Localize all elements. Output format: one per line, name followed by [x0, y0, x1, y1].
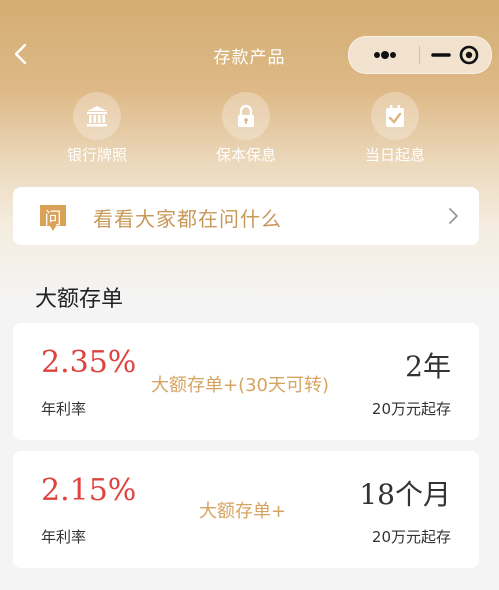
more-dots-icon: [374, 51, 396, 59]
product-min-amount: 20万元起存: [371, 528, 451, 546]
product-name: 大额存单+: [199, 501, 287, 522]
mini-program-capsule: [348, 36, 492, 74]
product-card[interactable]: 2.15% 年利率 大额存单+ 18个月 20万元起存: [13, 451, 479, 568]
calendar-check-icon: [386, 105, 404, 127]
feature-label: 当日起息: [364, 146, 425, 164]
feature-icon-circle: [371, 92, 419, 140]
product-name: 大额存单+(30天可转): [151, 375, 330, 396]
product-min-amount: 20万元起存: [371, 400, 451, 418]
product-card[interactable]: 2.35% 年利率 大额存单+(30天可转) 2年 20万元起存: [13, 323, 479, 440]
feature-same-day-interest: 当日起息: [335, 92, 455, 165]
section-title: 大额存单: [35, 287, 124, 312]
bank-icon: [87, 106, 107, 127]
feature-principal-guarantee: 保本保息: [186, 92, 306, 165]
feature-label: 保本保息: [215, 146, 276, 164]
product-rate: 2.35%: [41, 345, 137, 380]
capsule-divider: [419, 46, 420, 64]
feature-bank-license: 银行牌照: [37, 92, 157, 165]
product-rate: 2.15%: [41, 473, 137, 508]
product-rate-label: 年利率: [41, 400, 87, 418]
lock-icon: [238, 104, 254, 127]
target-close-icon: [459, 45, 479, 65]
faq-entry-text: 看看大家都在问什么: [93, 207, 282, 231]
product-term: 2年: [405, 350, 451, 383]
feature-icon-circle: [73, 92, 121, 140]
close-button[interactable]: [453, 45, 483, 65]
nav-bar: 存款产品: [0, 28, 499, 80]
feature-label: 银行牌照: [66, 146, 127, 164]
feature-strip: 银行牌照 保本保息 当日起息: [0, 92, 499, 165]
product-term: 18个月: [359, 478, 451, 511]
feature-icon-circle: [222, 92, 270, 140]
more-button[interactable]: [359, 46, 409, 64]
chevron-right-icon: [449, 208, 458, 224]
faq-entry-card[interactable]: 问 看看大家都在问什么: [13, 187, 479, 245]
ask-icon-char: 问: [44, 209, 62, 229]
product-rate-label: 年利率: [41, 528, 87, 546]
